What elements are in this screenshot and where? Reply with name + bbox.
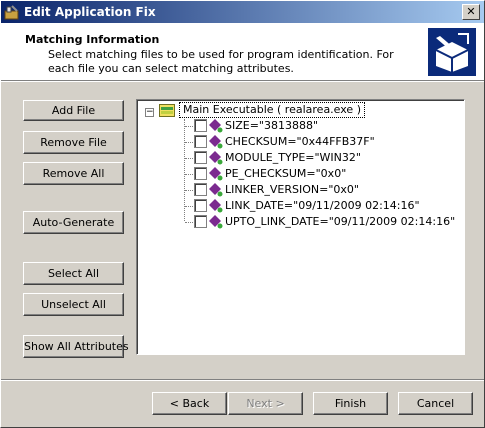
header-separator — [1, 80, 484, 82]
unselect-all-button[interactable]: Unselect All — [23, 293, 124, 316]
add-file-button[interactable]: Add File — [23, 100, 124, 121]
attribute-checkbox[interactable] — [194, 183, 207, 196]
attribute-diamond-icon — [209, 119, 223, 133]
remove-all-button[interactable]: Remove All — [23, 162, 124, 185]
remove-file-button[interactable]: Remove File — [23, 131, 124, 154]
attribute-diamond-icon — [209, 199, 223, 213]
attribute-checkbox[interactable] — [194, 199, 207, 212]
attribute-diamond-icon — [209, 167, 223, 181]
attribute-checkbox[interactable] — [194, 167, 207, 180]
edit-application-fix-dialog: Edit Application Fix ✕ Matching Informat… — [0, 0, 485, 428]
tree-branch-line — [185, 126, 193, 127]
attribute-label: UPTO_LINK_DATE="09/11/2009 02:14:16" — [225, 215, 456, 228]
tree-branch-line — [185, 190, 193, 191]
attribute-checkbox[interactable] — [194, 215, 207, 228]
matching-files-tree[interactable]: − Main Executable ( realarea.exe ) SIZE=… — [136, 99, 465, 355]
window-title: Edit Application Fix — [24, 5, 156, 19]
collapse-icon[interactable]: − — [145, 108, 154, 117]
attribute-row[interactable]: CHECKSUM="0x44FFB37F" — [137, 134, 457, 150]
attribute-row[interactable]: SIZE="3813888" — [137, 118, 457, 134]
cancel-button[interactable]: Cancel — [398, 392, 473, 415]
attribute-checkbox[interactable] — [194, 119, 207, 132]
attribute-label: SIZE="3813888" — [225, 119, 319, 132]
close-button[interactable]: ✕ — [462, 4, 480, 20]
attribute-row[interactable]: LINKER_VERSION="0x0" — [137, 182, 457, 198]
attribute-row[interactable]: LINK_DATE="09/11/2009 02:14:16" — [137, 198, 457, 214]
header-title: Matching Information — [25, 33, 160, 46]
tree-branch-line — [185, 206, 193, 207]
attribute-label: CHECKSUM="0x44FFB37F" — [225, 135, 375, 148]
attribute-label: LINK_DATE="09/11/2009 02:14:16" — [225, 199, 420, 212]
show-all-attributes-button[interactable]: Show All Attributes — [23, 335, 129, 358]
attribute-label: LINKER_VERSION="0x0" — [225, 183, 359, 196]
tree-branch-line — [185, 142, 193, 143]
attribute-row[interactable]: MODULE_TYPE="WIN32" — [137, 150, 457, 166]
attribute-diamond-icon — [209, 183, 223, 197]
attribute-label: MODULE_TYPE="WIN32" — [225, 151, 361, 164]
attribute-diamond-icon — [209, 135, 223, 149]
attribute-label: PE_CHECKSUM="0x0" — [225, 167, 347, 180]
wizard-header: Matching Information Select matching fil… — [1, 23, 484, 80]
next-button[interactable]: Next > — [228, 392, 303, 415]
back-button[interactable]: < Back — [152, 392, 227, 415]
attribute-diamond-icon — [209, 151, 223, 165]
tree-branch-line — [185, 174, 193, 175]
tree-branch-line — [185, 222, 193, 223]
attribute-row[interactable]: UPTO_LINK_DATE="09/11/2009 02:14:16" — [137, 214, 457, 230]
auto-generate-button[interactable]: Auto-Generate — [23, 211, 124, 234]
attribute-checkbox[interactable] — [194, 151, 207, 164]
header-description: Select matching files to be used for pro… — [48, 48, 394, 75]
footer-separator — [1, 379, 484, 381]
attribute-checkbox[interactable] — [194, 135, 207, 148]
attribute-row[interactable]: PE_CHECKSUM="0x0" — [137, 166, 457, 182]
attribute-diamond-icon — [209, 215, 223, 229]
title-bar[interactable]: Edit Application Fix ✕ — [1, 1, 484, 23]
wizard-package-icon — [428, 28, 476, 76]
tree-root-item[interactable]: − Main Executable ( realarea.exe ) — [137, 102, 457, 118]
app-fix-icon — [4, 5, 19, 20]
root-item-label: Main Executable ( realarea.exe ) — [179, 102, 365, 118]
executable-file-icon — [159, 104, 175, 117]
finish-button[interactable]: Finish — [313, 392, 388, 415]
select-all-button[interactable]: Select All — [23, 262, 124, 285]
tree-branch-line — [185, 158, 193, 159]
